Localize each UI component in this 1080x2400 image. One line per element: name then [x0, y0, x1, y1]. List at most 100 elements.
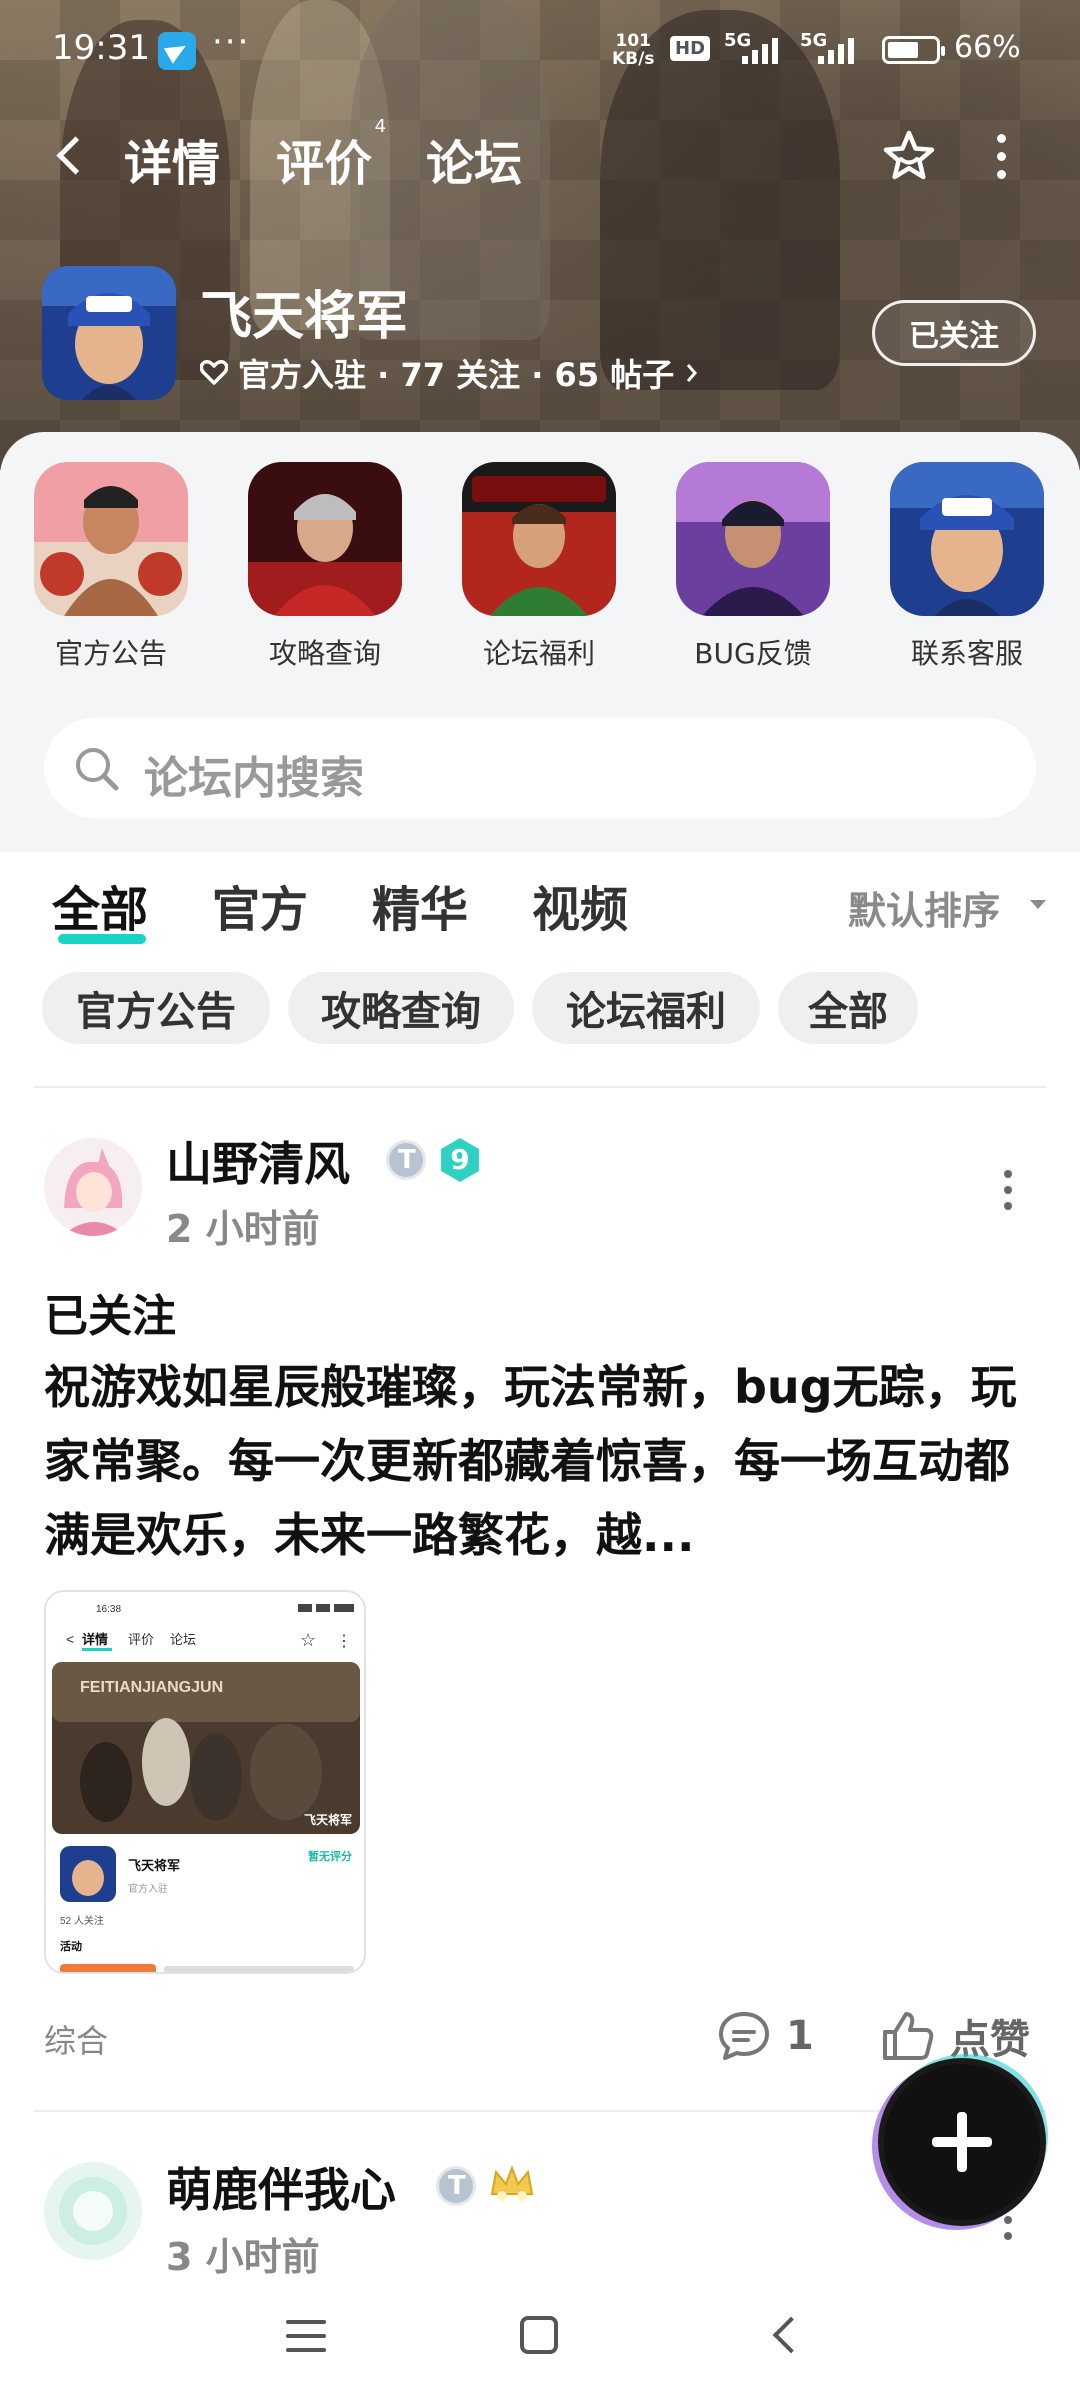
- chevron-right-icon: [687, 364, 698, 382]
- post-time: 3 小时前: [166, 2235, 320, 2279]
- home-icon[interactable]: [520, 2316, 558, 2354]
- post-username[interactable]: 山野清风: [166, 1128, 350, 1194]
- title-badge-icon: [386, 1140, 426, 1180]
- recent-apps-icon[interactable]: [286, 2320, 326, 2354]
- level-badge: 9: [441, 1138, 479, 1182]
- thumb-followers: 52 人关注: [60, 1914, 104, 1927]
- thumb-tab: 论坛: [170, 1632, 196, 1647]
- system-back-icon[interactable]: [766, 2318, 800, 2352]
- post-image[interactable]: 16:38 < 详情 评价 论坛 ☆ ⋮ FEITIANJIANGJUN 飞天将…: [44, 1590, 366, 1974]
- svg-text:⋮: ⋮: [336, 1633, 352, 1650]
- telegram-icon: [158, 32, 196, 70]
- more-options-icon[interactable]: [986, 130, 1016, 186]
- shortcut-thumb: [248, 462, 402, 616]
- favorite-star-icon[interactable]: [880, 128, 938, 186]
- comment-count: 1: [786, 2013, 814, 2059]
- shortcut-label: 论坛福利: [482, 637, 595, 670]
- shortcut-label: 联系客服: [910, 637, 1023, 670]
- net-speed-unit: KB/s: [612, 49, 655, 69]
- thumb-official: 官方入驻: [128, 1882, 168, 1895]
- post-time: 2 小时前: [166, 1207, 320, 1251]
- filter-tab-official[interactable]: 官方: [212, 870, 308, 940]
- category-chips: 官方公告 攻略查询 论坛福利 全部: [0, 972, 1080, 1044]
- status-more: ···: [212, 22, 251, 62]
- top-nav: 详情 评价 4 论坛: [0, 110, 1080, 200]
- tab-reviews[interactable]: 评价 4: [276, 116, 386, 194]
- game-meta-text: 官方入驻 · 77 关注 · 65 帖子: [238, 356, 675, 394]
- svg-text:☆: ☆: [300, 1630, 316, 1650]
- thumb-logo: 飞天将军: [304, 1812, 352, 1827]
- svg-text:<: <: [66, 1631, 74, 1647]
- like-button[interactable]: 点赞: [880, 2006, 1030, 2066]
- shortcut-bug-report[interactable]: BUG反馈: [668, 462, 838, 672]
- shortcut-announcements[interactable]: 官方公告: [26, 462, 196, 672]
- back-button[interactable]: [50, 130, 90, 180]
- net-speed: 101 KB/s: [612, 32, 654, 68]
- divider: [34, 1086, 1046, 1088]
- shortcut-guides[interactable]: 攻略查询: [240, 462, 410, 672]
- status-bar: 19:31 ··· 101 KB/s HD 5G 5G 66%: [0, 0, 1080, 100]
- tab-reviews-badge: 4: [374, 116, 387, 137]
- shortcut-benefits[interactable]: 论坛福利: [454, 462, 624, 672]
- sort-dropdown[interactable]: 默认排序: [848, 880, 1000, 935]
- post-username[interactable]: 萌鹿伴我心: [166, 2154, 396, 2220]
- game-icon[interactable]: [42, 266, 176, 400]
- thumb-no-rating: 暂无评分: [308, 1849, 352, 1863]
- post-tag: 已关注: [44, 1291, 176, 1342]
- chip-guides[interactable]: 攻略查询: [288, 972, 514, 1044]
- chip-announcements[interactable]: 官方公告: [42, 972, 270, 1044]
- search-icon: [76, 748, 119, 791]
- filter-tab-featured[interactable]: 精华: [372, 870, 468, 940]
- battery-icon: [882, 36, 945, 64]
- chip-all[interactable]: 全部: [778, 972, 918, 1044]
- tab-details[interactable]: 详情: [124, 124, 220, 194]
- chip-benefits[interactable]: 论坛福利: [532, 972, 760, 1044]
- post-more-icon[interactable]: [998, 1170, 1018, 1214]
- game-meta[interactable]: 官方入驻 · 77 关注 · 65 帖子: [200, 350, 700, 396]
- signal-icon: [818, 36, 858, 64]
- shortcut-label: BUG反馈: [694, 637, 812, 670]
- sort-arrow-icon: [1030, 900, 1046, 909]
- hd-badge: HD: [670, 36, 711, 61]
- system-nav-bar: [0, 2280, 1080, 2400]
- comment-button[interactable]: 1: [716, 2006, 814, 2066]
- avatar[interactable]: [44, 1138, 142, 1236]
- forum-search-input[interactable]: 论坛内搜索: [44, 718, 1036, 818]
- filter-tab-all[interactable]: 全部: [52, 870, 148, 940]
- thumb-tab: 详情: [82, 1632, 108, 1647]
- comment-icon: [719, 2012, 769, 2060]
- thumbs-up-icon: [883, 2012, 934, 2060]
- filter-tabs: 全部 官方 精华 视频 默认排序: [0, 870, 1080, 960]
- battery-percent: 66%: [954, 30, 1021, 65]
- thumb-activity: 活动: [60, 1939, 82, 1953]
- shortcut-thumb: [676, 462, 830, 616]
- thumb-banner-text: FEITIANJIANGJUN: [80, 1679, 223, 1696]
- shortcut-thumb: [34, 462, 188, 616]
- post-category[interactable]: 综合: [44, 2016, 108, 2062]
- follow-button[interactable]: 已关注: [872, 300, 1036, 366]
- thumb-game-name: 飞天将军: [128, 1858, 180, 1873]
- shortcut-customer-service[interactable]: 联系客服: [882, 462, 1052, 672]
- shortcut-label: 官方公告: [54, 637, 167, 670]
- avatar[interactable]: [44, 2162, 142, 2260]
- shortcut-row: 官方公告 攻略查询 论坛福利 BUG反馈 联系客服: [0, 462, 1080, 692]
- filter-tab-video[interactable]: 视频: [532, 870, 628, 940]
- post-body[interactable]: 祝游戏如星辰般璀璨，玩法常新，bug无踪，玩家常聚。每一次更新都藏着惊喜，每一场…: [44, 1350, 1044, 1572]
- game-name: 飞天将军: [200, 287, 409, 347]
- shortcut-label: 攻略查询: [268, 637, 381, 670]
- thumb-tab: 评价: [128, 1632, 154, 1647]
- like-label: 点赞: [950, 2017, 1030, 2063]
- crown-badge-icon: [490, 2165, 534, 2201]
- title-badge-icon: [436, 2166, 476, 2206]
- tab-forum[interactable]: 论坛: [426, 124, 522, 194]
- shortcut-thumb: [462, 462, 616, 616]
- search-placeholder: 论坛内搜索: [144, 753, 364, 804]
- official-heart-icon: [200, 360, 228, 385]
- status-time: 19:31: [52, 28, 150, 68]
- net-speed-value: 101: [615, 31, 651, 51]
- signal-icon: [742, 36, 782, 64]
- forum-panel: 官方公告 攻略查询 论坛福利 BUG反馈 联系客服 论坛内搜索: [0, 432, 1080, 852]
- thumb-time: 16:38: [96, 1604, 121, 1615]
- tab-reviews-label: 评价: [276, 136, 373, 192]
- create-post-button[interactable]: [884, 2064, 1040, 2220]
